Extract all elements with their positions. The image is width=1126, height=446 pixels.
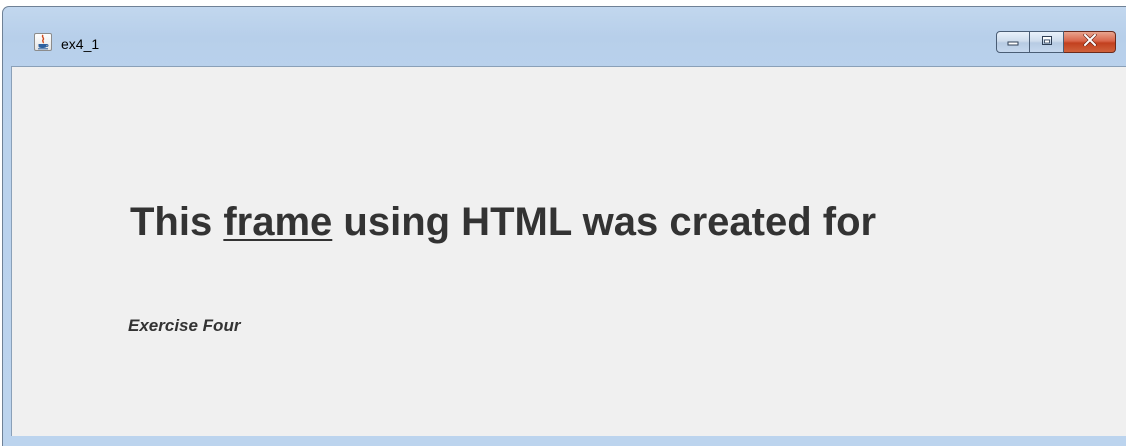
- headline-text-start: This: [130, 200, 224, 244]
- headline-text-end: using HTML was created for: [332, 200, 877, 244]
- title-bar[interactable]: ex4_1: [3, 7, 1126, 65]
- application-window: ex4_1 This frame using HTML was created …: [2, 6, 1126, 446]
- minimize-button[interactable]: [996, 31, 1030, 53]
- window-controls: [996, 31, 1116, 53]
- maximize-icon: [1041, 33, 1053, 51]
- content-panel: This frame using HTML was created for Ex…: [11, 66, 1126, 436]
- close-icon: [1082, 33, 1097, 51]
- close-button[interactable]: [1064, 31, 1116, 53]
- maximize-button[interactable]: [1030, 31, 1064, 53]
- headline-underlined-word: frame: [223, 200, 333, 244]
- headline: This frame using HTML was created for: [130, 200, 876, 245]
- window-title: ex4_1: [61, 36, 100, 52]
- subtitle: Exercise Four: [128, 316, 241, 335]
- minimize-icon: [1007, 33, 1019, 51]
- java-cup-icon[interactable]: [34, 33, 52, 51]
